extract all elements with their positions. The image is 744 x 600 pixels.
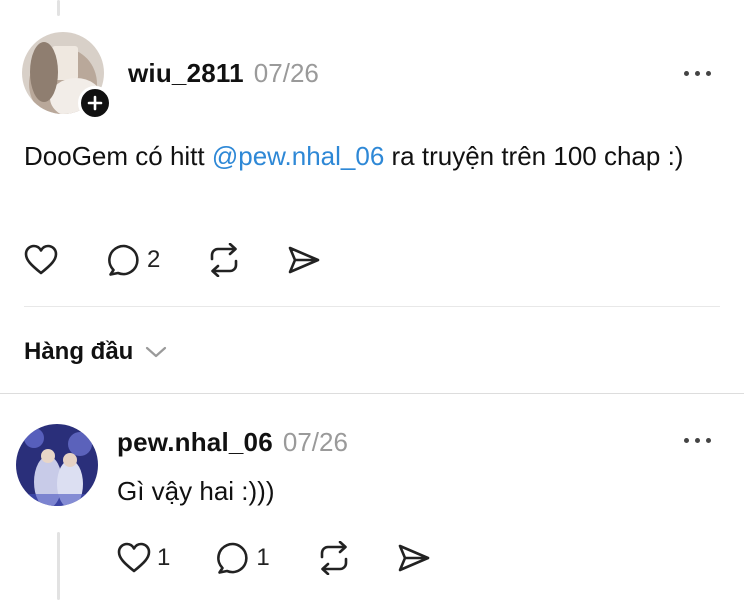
like-button[interactable] xyxy=(24,244,58,276)
mention-link[interactable]: @pew.nhal_06 xyxy=(212,141,384,171)
heart-icon xyxy=(24,244,58,275)
chevron-down-icon xyxy=(146,346,167,358)
reply-avatar[interactable] xyxy=(16,424,98,506)
reply-count: 2 xyxy=(147,246,161,273)
reply-comment-button[interactable]: 1 xyxy=(216,541,270,575)
username[interactable]: wiu_2811 xyxy=(128,58,244,89)
reply-header: pew.nhal_06 07/26 xyxy=(117,427,348,458)
reply-timestamp: 07/26 xyxy=(282,427,348,457)
repost-icon xyxy=(211,243,238,277)
reply-actions: 1 1 xyxy=(117,541,431,575)
send-icon xyxy=(289,246,320,274)
more-button[interactable] xyxy=(684,71,711,76)
thread-line-bottom xyxy=(57,532,60,600)
timestamp: 07/26 xyxy=(253,58,319,88)
reply-repost-button[interactable] xyxy=(316,541,352,575)
divider xyxy=(24,306,720,307)
plus-icon xyxy=(87,95,103,111)
send-icon xyxy=(398,544,430,572)
sort-label: Hàng đầu xyxy=(24,338,134,365)
share-button[interactable] xyxy=(287,245,321,275)
post-text-start: DooGem có hitt xyxy=(24,141,212,171)
post-text-end: ra truyện trên 100 chap :) xyxy=(384,141,684,171)
comment-icon xyxy=(108,244,139,276)
more-icon xyxy=(684,71,689,76)
repost-button[interactable] xyxy=(206,243,242,277)
reply-username[interactable]: pew.nhal_06 xyxy=(117,427,273,458)
thread-line-top xyxy=(57,0,60,16)
reply-more-button[interactable] xyxy=(684,438,711,443)
comment-button[interactable]: 2 xyxy=(107,243,160,277)
section-divider xyxy=(0,393,744,394)
more-icon xyxy=(684,438,689,443)
reply-like-button[interactable]: 1 xyxy=(117,542,170,574)
reply-comment-count: 1 xyxy=(256,544,270,571)
post-header: wiu_2811 07/26 xyxy=(128,58,319,89)
reply-share-button[interactable] xyxy=(397,543,431,573)
post-text: DooGem có hitt @pew.nhal_06 ra truyện tr… xyxy=(24,137,714,175)
repost-icon xyxy=(320,541,348,575)
comment-icon xyxy=(217,542,249,574)
heart-icon xyxy=(117,542,151,573)
follow-button[interactable] xyxy=(78,86,112,120)
sort-dropdown[interactable]: Hàng đầu xyxy=(24,338,167,366)
like-count: 1 xyxy=(157,544,171,571)
reply-text: Gì vậy hai :))) xyxy=(117,476,275,506)
post-actions: 2 xyxy=(24,243,321,277)
